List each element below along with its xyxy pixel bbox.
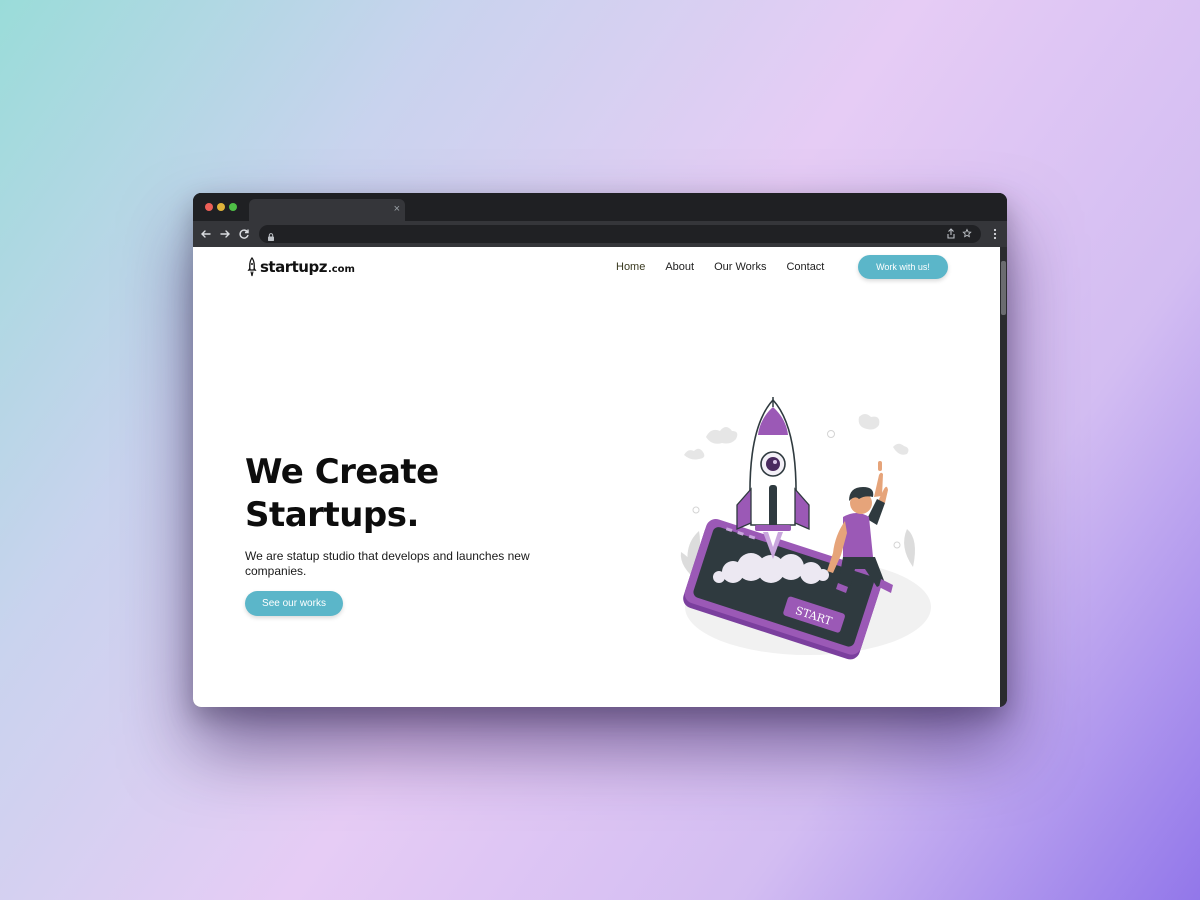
logo-suffix: .com — [327, 263, 355, 275]
browser-tab[interactable]: × — [249, 199, 405, 221]
nav-about[interactable]: About — [665, 259, 694, 275]
hero-title: We Create Startups. — [245, 451, 585, 537]
browser-menu-icon[interactable] — [991, 226, 999, 242]
close-window-button[interactable] — [205, 203, 213, 211]
see-our-works-button[interactable]: See our works — [245, 591, 343, 616]
nav-our-works[interactable]: Our Works — [714, 259, 766, 275]
minimize-window-button[interactable] — [217, 203, 225, 211]
hero-title-line1: We Create — [245, 452, 439, 492]
reload-icon[interactable] — [236, 226, 252, 242]
cloud-decorations — [684, 414, 909, 460]
scrollbar[interactable] — [1000, 247, 1007, 707]
work-with-us-button[interactable]: Work with us! — [858, 255, 948, 279]
title-bar: × — [193, 193, 1007, 221]
main-nav: Home About Our Works Contact — [616, 259, 824, 275]
hero-subtitle: We are statup studio that develops and l… — [245, 549, 530, 578]
back-arrow-icon[interactable] — [198, 226, 214, 242]
site-logo[interactable]: startupz .com — [246, 257, 355, 277]
page-viewport: startupz .com Home About Our Works Conta… — [193, 247, 1000, 707]
forward-arrow-icon[interactable] — [217, 226, 233, 242]
hero-title-line2: Startups. — [245, 495, 419, 535]
browser-window: × startupz .com Home About Our Works Con… — [193, 193, 1007, 707]
tab-close-icon[interactable]: × — [394, 202, 400, 216]
share-icon[interactable] — [945, 227, 957, 241]
bookmark-star-icon[interactable] — [961, 227, 973, 241]
rocket-logo-icon — [247, 257, 257, 277]
scrollbar-thumb[interactable] — [1001, 261, 1006, 315]
nav-contact[interactable]: Contact — [786, 259, 824, 275]
rocket-launch-illustration: START — [680, 397, 931, 660]
maximize-window-button[interactable] — [229, 203, 237, 211]
nav-home[interactable]: Home — [616, 259, 645, 275]
lock-icon — [266, 229, 276, 241]
address-bar[interactable] — [259, 225, 981, 243]
browser-toolbar — [193, 221, 1007, 247]
logo-text: startupz — [260, 258, 327, 276]
